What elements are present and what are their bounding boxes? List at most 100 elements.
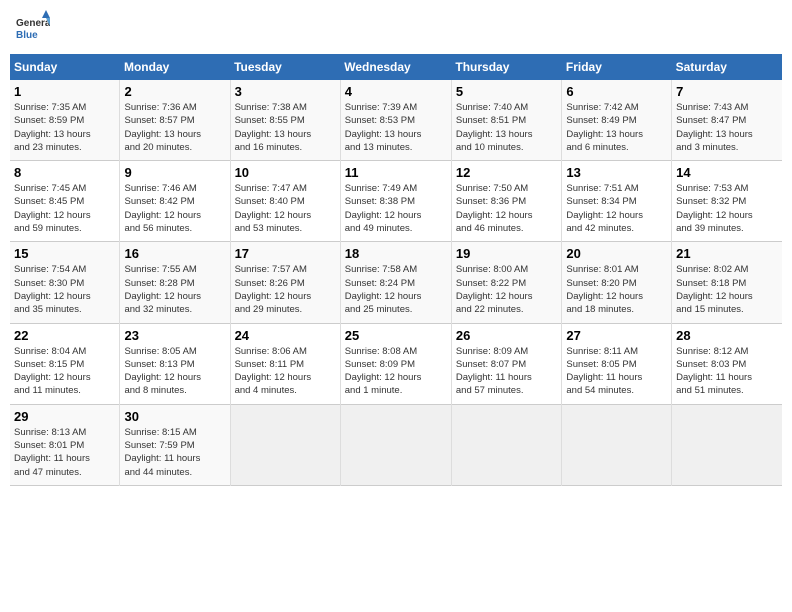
- day-number: 18: [345, 246, 447, 261]
- cell-info: Sunrise: 7:36 AM Sunset: 8:57 PM Dayligh…: [124, 101, 225, 154]
- day-number: 11: [345, 165, 447, 180]
- day-number: 5: [456, 84, 558, 99]
- cell-info: Sunrise: 7:50 AM Sunset: 8:36 PM Dayligh…: [456, 182, 558, 235]
- cell-info: Sunrise: 8:00 AM Sunset: 8:22 PM Dayligh…: [456, 263, 558, 316]
- cell-info: Sunrise: 8:09 AM Sunset: 8:07 PM Dayligh…: [456, 345, 558, 398]
- day-number: 6: [566, 84, 667, 99]
- calendar-cell: 27 Sunrise: 8:11 AM Sunset: 8:05 PM Dayli…: [562, 323, 672, 404]
- calendar-table: SundayMondayTuesdayWednesdayThursdayFrid…: [10, 54, 782, 486]
- calendar-cell: 10 Sunrise: 7:47 AM Sunset: 8:40 PM Dayli…: [230, 161, 340, 242]
- calendar-week-row: 15 Sunrise: 7:54 AM Sunset: 8:30 PM Dayli…: [10, 242, 782, 323]
- cell-info: Sunrise: 7:57 AM Sunset: 8:26 PM Dayligh…: [235, 263, 336, 316]
- day-number: 28: [676, 328, 778, 343]
- calendar-cell: 9 Sunrise: 7:46 AM Sunset: 8:42 PM Daylig…: [120, 161, 230, 242]
- col-header-sunday: Sunday: [10, 54, 120, 80]
- cell-info: Sunrise: 8:12 AM Sunset: 8:03 PM Dayligh…: [676, 345, 778, 398]
- calendar-cell: [672, 404, 782, 485]
- calendar-cell: 8 Sunrise: 7:45 AM Sunset: 8:45 PM Daylig…: [10, 161, 120, 242]
- cell-info: Sunrise: 8:11 AM Sunset: 8:05 PM Dayligh…: [566, 345, 667, 398]
- calendar-cell: 26 Sunrise: 8:09 AM Sunset: 8:07 PM Dayli…: [451, 323, 562, 404]
- calendar-cell: 23Sunrise: 8:05 AM Sunset: 8:13 PM Dayli…: [120, 323, 230, 404]
- calendar-cell: 22 Sunrise: 8:04 AM Sunset: 8:15 PM Dayli…: [10, 323, 120, 404]
- day-number: 15: [14, 246, 115, 261]
- calendar-cell: 16 Sunrise: 7:55 AM Sunset: 8:28 PM Dayli…: [120, 242, 230, 323]
- calendar-cell: 1 Sunrise: 7:35 AM Sunset: 8:59 PM Daylig…: [10, 80, 120, 161]
- cell-info: Sunrise: 7:40 AM Sunset: 8:51 PM Dayligh…: [456, 101, 558, 154]
- calendar-cell: 2 Sunrise: 7:36 AM Sunset: 8:57 PM Daylig…: [120, 80, 230, 161]
- cell-info: Sunrise: 8:02 AM Sunset: 8:18 PM Dayligh…: [676, 263, 778, 316]
- calendar-cell: 12 Sunrise: 7:50 AM Sunset: 8:36 PM Dayli…: [451, 161, 562, 242]
- calendar-cell: 17 Sunrise: 7:57 AM Sunset: 8:26 PM Dayli…: [230, 242, 340, 323]
- day-number: 14: [676, 165, 778, 180]
- cell-info: Sunrise: 7:42 AM Sunset: 8:49 PM Dayligh…: [566, 101, 667, 154]
- calendar-cell: 6 Sunrise: 7:42 AM Sunset: 8:49 PM Daylig…: [562, 80, 672, 161]
- cell-info: Sunrise: 7:35 AM Sunset: 8:59 PM Dayligh…: [14, 101, 115, 154]
- svg-text:Blue: Blue: [16, 30, 38, 41]
- day-number: 20: [566, 246, 667, 261]
- day-number: 13: [566, 165, 667, 180]
- day-number: 22: [14, 328, 115, 343]
- cell-info: Sunrise: 7:45 AM Sunset: 8:45 PM Dayligh…: [14, 182, 115, 235]
- calendar-cell: 15 Sunrise: 7:54 AM Sunset: 8:30 PM Dayli…: [10, 242, 120, 323]
- day-number: 23: [124, 328, 225, 343]
- day-number: 16: [124, 246, 225, 261]
- calendar-header-row: SundayMondayTuesdayWednesdayThursdayFrid…: [10, 54, 782, 80]
- day-number: 1: [14, 84, 115, 99]
- day-number: 30: [124, 409, 225, 424]
- cell-info: Sunrise: 7:58 AM Sunset: 8:24 PM Dayligh…: [345, 263, 447, 316]
- calendar-week-row: 8 Sunrise: 7:45 AM Sunset: 8:45 PM Daylig…: [10, 161, 782, 242]
- day-number: 17: [235, 246, 336, 261]
- cell-info: Sunrise: 8:01 AM Sunset: 8:20 PM Dayligh…: [566, 263, 667, 316]
- calendar-cell: [230, 404, 340, 485]
- calendar-week-row: 1 Sunrise: 7:35 AM Sunset: 8:59 PM Daylig…: [10, 80, 782, 161]
- day-number: 26: [456, 328, 558, 343]
- calendar-cell: 19 Sunrise: 8:00 AM Sunset: 8:22 PM Dayli…: [451, 242, 562, 323]
- calendar-cell: [451, 404, 562, 485]
- cell-info: Sunrise: 7:54 AM Sunset: 8:30 PM Dayligh…: [14, 263, 115, 316]
- col-header-saturday: Saturday: [672, 54, 782, 80]
- logo-icon: General Blue: [14, 10, 50, 46]
- day-number: 12: [456, 165, 558, 180]
- day-number: 8: [14, 165, 115, 180]
- col-header-tuesday: Tuesday: [230, 54, 340, 80]
- cell-info: Sunrise: 7:47 AM Sunset: 8:40 PM Dayligh…: [235, 182, 336, 235]
- svg-text:General: General: [16, 18, 50, 29]
- cell-info: Sunrise: 8:06 AM Sunset: 8:11 PM Dayligh…: [235, 345, 336, 398]
- calendar-cell: 29Sunrise: 8:13 AM Sunset: 8:01 PM Dayli…: [10, 404, 120, 485]
- calendar-cell: [340, 404, 451, 485]
- calendar-cell: 28 Sunrise: 8:12 AM Sunset: 8:03 PM Dayli…: [672, 323, 782, 404]
- calendar-cell: 13Sunrise: 7:51 AM Sunset: 8:34 PM Dayli…: [562, 161, 672, 242]
- day-number: 24: [235, 328, 336, 343]
- calendar-cell: 3 Sunrise: 7:38 AM Sunset: 8:55 PM Daylig…: [230, 80, 340, 161]
- logo: General Blue: [14, 10, 52, 46]
- day-number: 3: [235, 84, 336, 99]
- day-number: 19: [456, 246, 558, 261]
- day-number: 25: [345, 328, 447, 343]
- calendar-cell: 24 Sunrise: 8:06 AM Sunset: 8:11 PM Dayli…: [230, 323, 340, 404]
- cell-info: Sunrise: 7:38 AM Sunset: 8:55 PM Dayligh…: [235, 101, 336, 154]
- col-header-monday: Monday: [120, 54, 230, 80]
- col-header-wednesday: Wednesday: [340, 54, 451, 80]
- calendar-cell: 4Sunrise: 7:39 AM Sunset: 8:53 PM Daylig…: [340, 80, 451, 161]
- day-number: 27: [566, 328, 667, 343]
- cell-info: Sunrise: 8:13 AM Sunset: 8:01 PM Dayligh…: [14, 426, 115, 479]
- day-number: 4: [345, 84, 447, 99]
- calendar-cell: 30Sunrise: 8:15 AM Sunset: 7:59 PM Dayli…: [120, 404, 230, 485]
- calendar-week-row: 22 Sunrise: 8:04 AM Sunset: 8:15 PM Dayli…: [10, 323, 782, 404]
- calendar-cell: 20 Sunrise: 8:01 AM Sunset: 8:20 PM Dayli…: [562, 242, 672, 323]
- calendar-cell: 14 Sunrise: 7:53 AM Sunset: 8:32 PM Dayli…: [672, 161, 782, 242]
- day-number: 9: [124, 165, 225, 180]
- cell-info: Sunrise: 7:46 AM Sunset: 8:42 PM Dayligh…: [124, 182, 225, 235]
- day-number: 21: [676, 246, 778, 261]
- day-number: 7: [676, 84, 778, 99]
- day-number: 10: [235, 165, 336, 180]
- cell-info: Sunrise: 7:53 AM Sunset: 8:32 PM Dayligh…: [676, 182, 778, 235]
- col-header-friday: Friday: [562, 54, 672, 80]
- day-number: 2: [124, 84, 225, 99]
- cell-info: Sunrise: 8:04 AM Sunset: 8:15 PM Dayligh…: [14, 345, 115, 398]
- col-header-thursday: Thursday: [451, 54, 562, 80]
- calendar-cell: [562, 404, 672, 485]
- calendar-cell: 11Sunrise: 7:49 AM Sunset: 8:38 PM Dayli…: [340, 161, 451, 242]
- calendar-week-row: 29Sunrise: 8:13 AM Sunset: 8:01 PM Dayli…: [10, 404, 782, 485]
- cell-info: Sunrise: 7:55 AM Sunset: 8:28 PM Dayligh…: [124, 263, 225, 316]
